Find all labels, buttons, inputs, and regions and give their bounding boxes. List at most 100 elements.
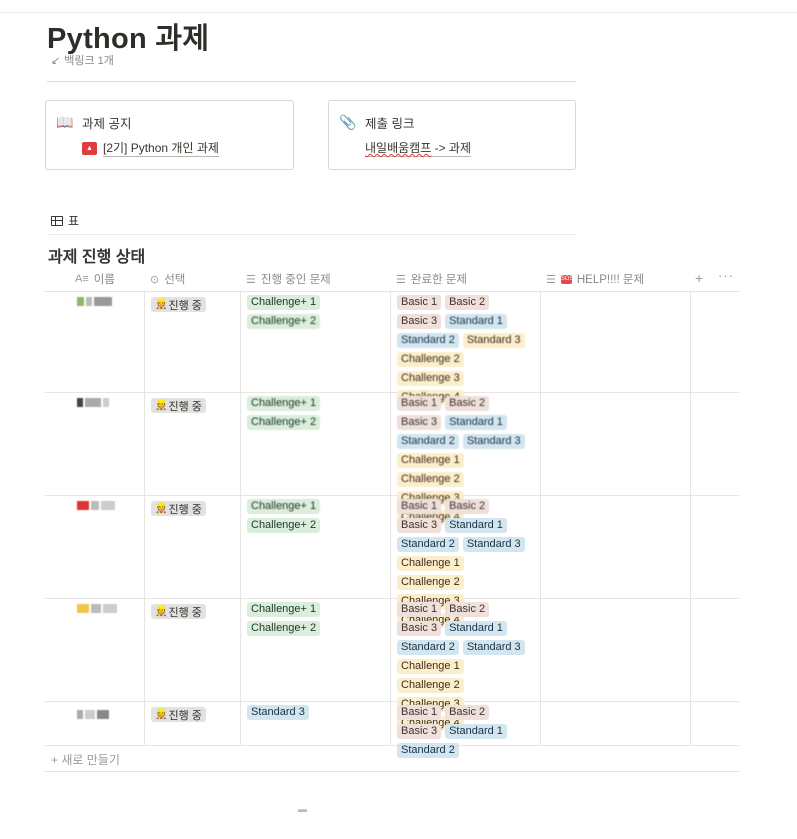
table-row[interactable]: 👷 진행 중 Challenge+ 1 Challenge+ 2 Basic 1 … (45, 599, 739, 731)
tag: Challenge 2 (397, 575, 464, 590)
page-title: Python 과제 (47, 23, 210, 55)
submit-link-rest: -> 과제 (431, 141, 472, 155)
notice-page-link[interactable]: ▲ [2기] Python 개인 과제 (82, 139, 283, 157)
done-cell[interactable]: Basic 1 Basic 2 Basic 3 Standard 1 Stand… (390, 393, 540, 525)
tag: Standard 1 (445, 518, 507, 533)
column-header-name[interactable]: A≡ 이름 (69, 266, 143, 292)
in-progress-cell[interactable]: Challenge+ 1 Challenge+ 2 (240, 496, 390, 598)
tag: Challenge 1 (397, 453, 464, 468)
list-icon: ☰ (396, 273, 406, 286)
in-progress-cell[interactable]: Challenge+ 1 Challenge+ 2 (240, 292, 390, 392)
help-cell[interactable] (540, 393, 690, 495)
new-row-button[interactable]: + 새로 만들기 (51, 751, 120, 768)
redacted-name (77, 604, 138, 613)
help-cell[interactable] (540, 702, 690, 745)
column-label: HELP!!!! 문제 (576, 274, 645, 286)
help-cell[interactable] (540, 496, 690, 598)
tag: Standard 1 (445, 724, 507, 739)
tag: Basic 1 (397, 602, 442, 617)
table-row[interactable]: 👷 진행 중 Challenge+ 1 Challenge+ 2 Basic 1 … (45, 292, 739, 405)
table-row[interactable]: 👷 진행 중 Challenge+ 1 Challenge+ 2 Basic 1 … (45, 393, 739, 525)
tag: Challenge+ 1 (247, 499, 321, 514)
table-icon (51, 215, 63, 226)
redacted-name (77, 297, 138, 306)
tag: Standard 3 (247, 705, 309, 720)
name-cell[interactable] (45, 702, 144, 745)
table-header: A≡ 이름 ⊙ 선택 ☰ 진행 중인 문제 ☰ 완료한 문제 ☰ SOS HEL… (45, 266, 739, 292)
paperclip-icon: 📎 (339, 114, 357, 130)
notice-card-title: 과제 공지 (82, 117, 132, 131)
view-tab-table[interactable]: 표 (51, 212, 79, 229)
in-progress-cell[interactable]: Standard 3 (240, 702, 390, 745)
in-progress-cell[interactable]: Challenge+ 1 Challenge+ 2 (240, 599, 390, 701)
tag: Standard 3 (462, 537, 525, 552)
name-cell[interactable] (45, 292, 144, 392)
tag: Standard 2 (397, 640, 459, 655)
empty-cell (690, 393, 739, 495)
table-row[interactable]: 👷 진행 중 Standard 3 Basic 1 Basic 2 Basic 3… (45, 702, 739, 758)
column-header-done[interactable]: ☰ 완료한 문제 (390, 266, 540, 292)
column-label: 선택 (164, 274, 186, 286)
empty-cell (690, 702, 739, 745)
tag: Basic 1 (397, 499, 442, 514)
status-badge: 👷 진행 중 (151, 707, 206, 722)
column-header-help[interactable]: ☰ SOS HELP!!!! 문제 (540, 266, 690, 292)
done-cell[interactable]: Basic 1 Basic 2 Basic 3 Standard 1 Stand… (390, 292, 540, 405)
tag: Basic 3 (397, 724, 442, 739)
tag: Standard 2 (397, 333, 459, 348)
name-cell[interactable] (45, 393, 144, 495)
divider (47, 81, 576, 82)
notice-card[interactable]: 📖 과제 공지 ▲ [2기] Python 개인 과제 (45, 100, 294, 170)
tag: Standard 3 (462, 640, 525, 655)
done-cell[interactable]: Basic 1 Basic 2 Basic 3 Standard 1 Stand… (390, 702, 540, 758)
submit-link-prefix: 내일배움캠프 (365, 141, 432, 155)
footer-mark: ▬ (298, 804, 307, 814)
submit-link[interactable]: 내일배움캠프 -> 과제 (365, 139, 565, 157)
column-label: 완료한 문제 (410, 274, 467, 286)
status-badge: 👷 진행 중 (151, 297, 206, 312)
tag: Standard 1 (445, 621, 507, 636)
more-options-button[interactable]: ··· (718, 268, 734, 283)
status-cell[interactable]: 👷 진행 중 (144, 496, 240, 598)
status-cell[interactable]: 👷 진행 중 (144, 393, 240, 495)
redacted-name (77, 501, 138, 510)
tag: Standard 3 (462, 333, 525, 348)
tag: Standard 3 (462, 434, 525, 449)
empty-cell (690, 292, 739, 392)
status-cell[interactable]: 👷 진행 중 (144, 599, 240, 701)
status-badge: 👷 진행 중 (151, 398, 206, 413)
text-property-icon: A≡ (75, 273, 89, 285)
tag: Challenge+ 1 (247, 602, 321, 617)
add-column-button[interactable]: + (695, 270, 703, 286)
help-cell[interactable] (540, 292, 690, 392)
tag: Basic 2 (445, 396, 490, 411)
tag: Basic 2 (445, 295, 490, 310)
empty-cell (690, 496, 739, 598)
tag: Basic 3 (397, 621, 442, 636)
in-progress-cell[interactable]: Challenge+ 1 Challenge+ 2 (240, 393, 390, 495)
column-header-in-progress[interactable]: ☰ 진행 중인 문제 (240, 266, 390, 292)
done-cell[interactable]: Basic 1 Basic 2 Basic 3 Standard 1 Stand… (390, 496, 540, 628)
done-cell[interactable]: Basic 1 Basic 2 Basic 3 Standard 1 Stand… (390, 599, 540, 731)
table-row[interactable]: 👷 진행 중 Challenge+ 1 Challenge+ 2 Basic 1 … (45, 496, 739, 628)
backlinks-button[interactable]: ↙ 백링크 1개 (51, 52, 114, 68)
column-header-select[interactable]: ⊙ 선택 (144, 266, 239, 292)
help-cell[interactable] (540, 599, 690, 701)
empty-cell (690, 599, 739, 701)
emoji-icon: 👷 (155, 400, 168, 411)
tag: Basic 1 (397, 295, 442, 310)
status-cell[interactable]: 👷 진행 중 (144, 702, 240, 745)
tag: Basic 3 (397, 518, 442, 533)
emoji-icon: 👷 (155, 299, 168, 310)
name-cell[interactable] (45, 496, 144, 598)
top-divider (0, 12, 797, 13)
status-cell[interactable]: 👷 진행 중 (144, 292, 240, 392)
submit-card[interactable]: 📎 제출 링크 내일배움캠프 -> 과제 (328, 100, 576, 170)
status-badge: 👷 진행 중 (151, 604, 206, 619)
tag: Standard 1 (445, 314, 507, 329)
tag: Challenge+ 2 (247, 314, 321, 329)
tag: Challenge 2 (397, 472, 464, 487)
tag: Standard 2 (397, 743, 459, 758)
tag: Basic 2 (445, 602, 490, 617)
name-cell[interactable] (45, 599, 144, 701)
